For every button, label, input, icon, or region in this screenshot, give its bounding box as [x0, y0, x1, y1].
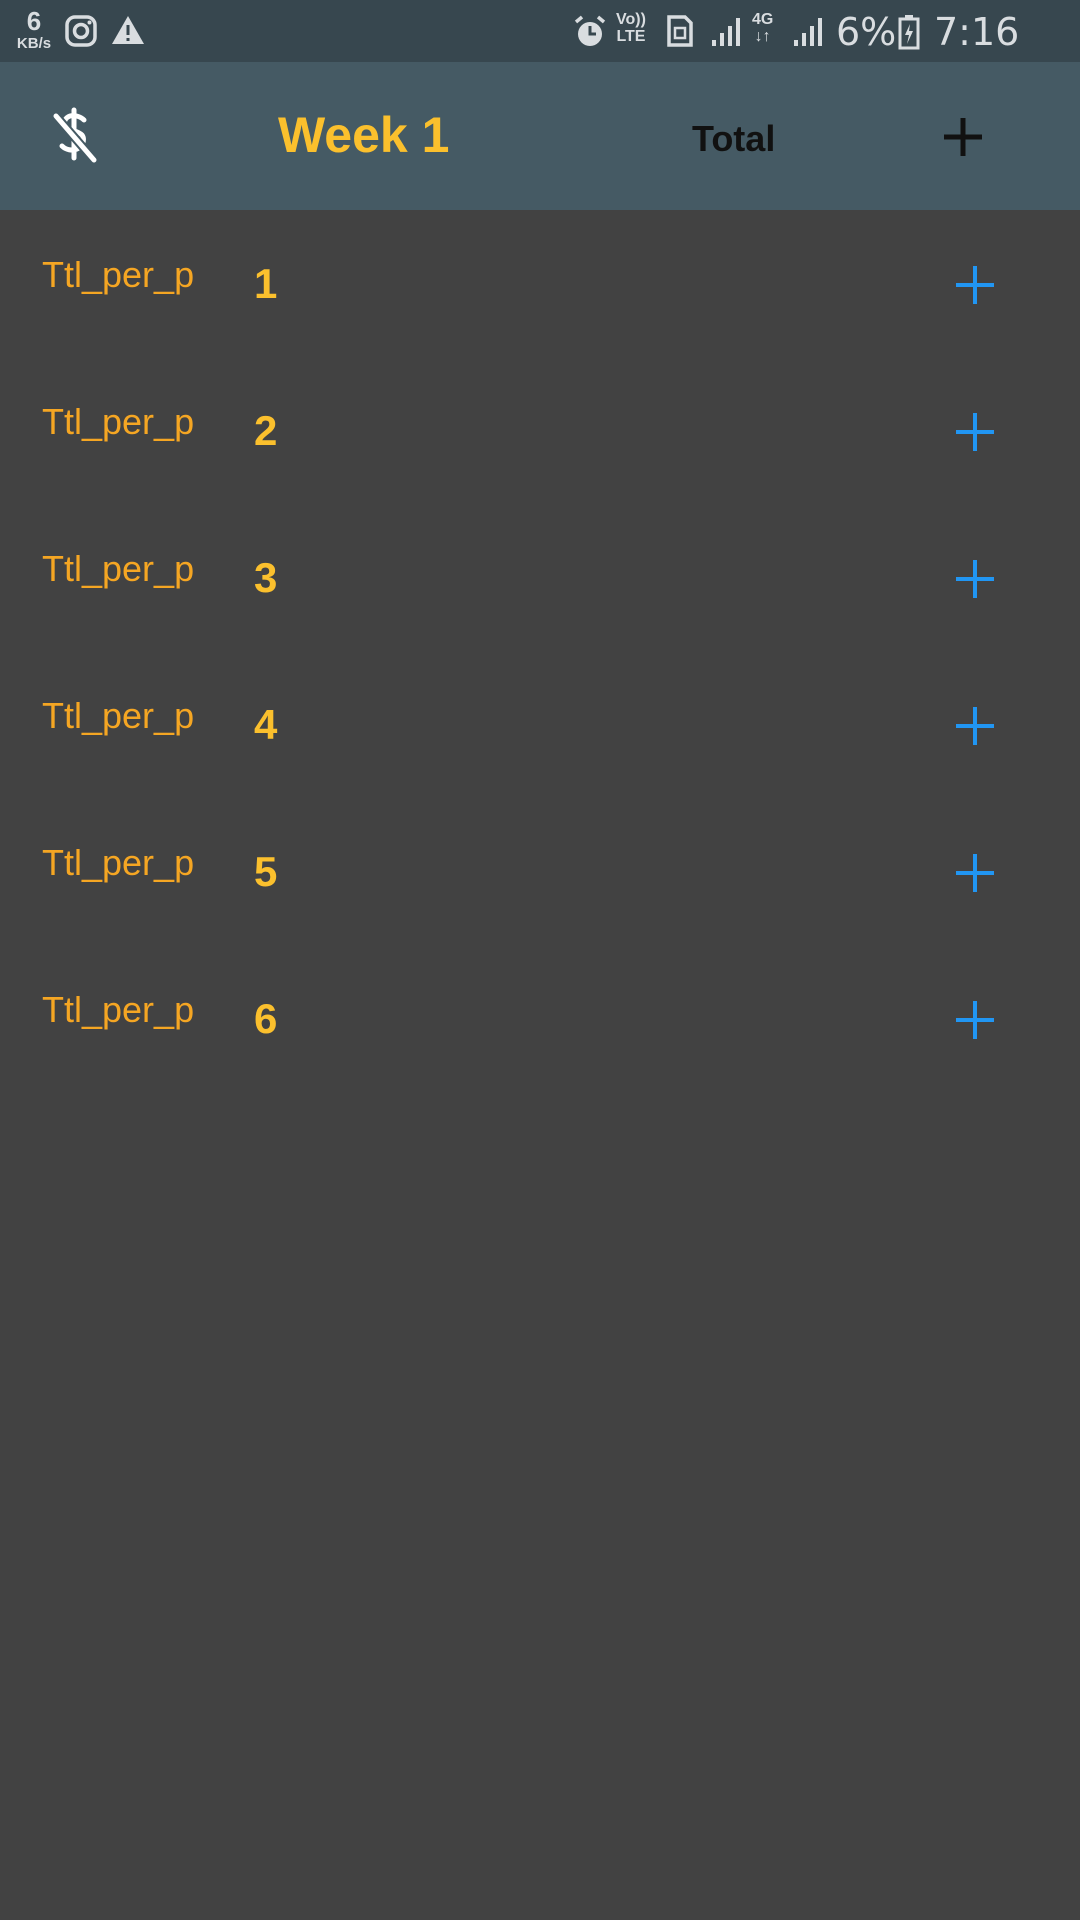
- network-type-label: 4G: [752, 11, 774, 28]
- money-off-icon: [44, 107, 104, 170]
- volte-indicator: Vo)) LTE: [616, 11, 646, 46]
- row-add-icon[interactable]: [954, 558, 996, 600]
- row-label: Ttl_per_p: [42, 401, 195, 442]
- row-number: 3: [254, 554, 278, 601]
- volte-top: Vo)): [616, 11, 646, 28]
- row-label: Ttl_per_p: [42, 254, 195, 295]
- battery-percentage: 6%: [836, 10, 897, 54]
- app-bar: Week 1 Total: [0, 62, 1080, 210]
- row-label: Ttl_per_p: [42, 842, 195, 883]
- item-list: Ttl_per_p 1 Ttl_per_p 2 Ttl_per_p 3 Ttl_…: [0, 210, 1080, 1092]
- add-icon: [938, 118, 988, 166]
- network-speed-value: 6: [26, 6, 42, 36]
- network-type: 4G ↓↑: [752, 11, 774, 46]
- list-item: Ttl_per_p 2: [0, 357, 1080, 504]
- status-bar: 6 KB/s Vo)) LTE 4G ↓↑ 6% 7:16 pm: [0, 0, 1080, 98]
- row-number: 1: [254, 260, 278, 307]
- network-activity: ↓↑: [754, 27, 771, 45]
- row-number: 5: [254, 848, 278, 895]
- row-add-icon[interactable]: [954, 411, 996, 453]
- signal-icon: [710, 16, 744, 53]
- add-button[interactable]: [938, 112, 988, 162]
- total-button[interactable]: Total: [692, 118, 775, 160]
- alarm-icon: [572, 14, 608, 55]
- row-add-icon[interactable]: [954, 999, 996, 1041]
- warning-icon: [110, 14, 146, 51]
- list-item: Ttl_per_p 3: [0, 504, 1080, 651]
- money-off-button[interactable]: [44, 106, 104, 166]
- volte-bottom: LTE: [616, 27, 646, 45]
- instagram-icon: [64, 14, 98, 53]
- row-number: 4: [254, 701, 278, 748]
- sim-icon: [666, 14, 694, 53]
- row-label: Ttl_per_p: [42, 695, 195, 736]
- network-speed-unit: KB/s: [16, 35, 52, 52]
- row-number: 6: [254, 995, 278, 1042]
- row-add-icon[interactable]: [954, 852, 996, 894]
- row-add-icon[interactable]: [954, 705, 996, 747]
- row-label: Ttl_per_p: [42, 989, 195, 1030]
- network-speed: 6 KB/s: [14, 8, 54, 51]
- signal-icon: [792, 16, 826, 53]
- page-title: Week 1: [278, 107, 450, 163]
- row-number: 2: [254, 407, 278, 454]
- row-add-icon[interactable]: [954, 264, 996, 306]
- list-item: Ttl_per_p 6: [0, 945, 1080, 1092]
- battery-icon: [898, 14, 920, 55]
- list-item: Ttl_per_p 4: [0, 651, 1080, 798]
- row-label: Ttl_per_p: [42, 548, 195, 589]
- list-item: Ttl_per_p 1: [0, 210, 1080, 357]
- list-item: Ttl_per_p 5: [0, 798, 1080, 945]
